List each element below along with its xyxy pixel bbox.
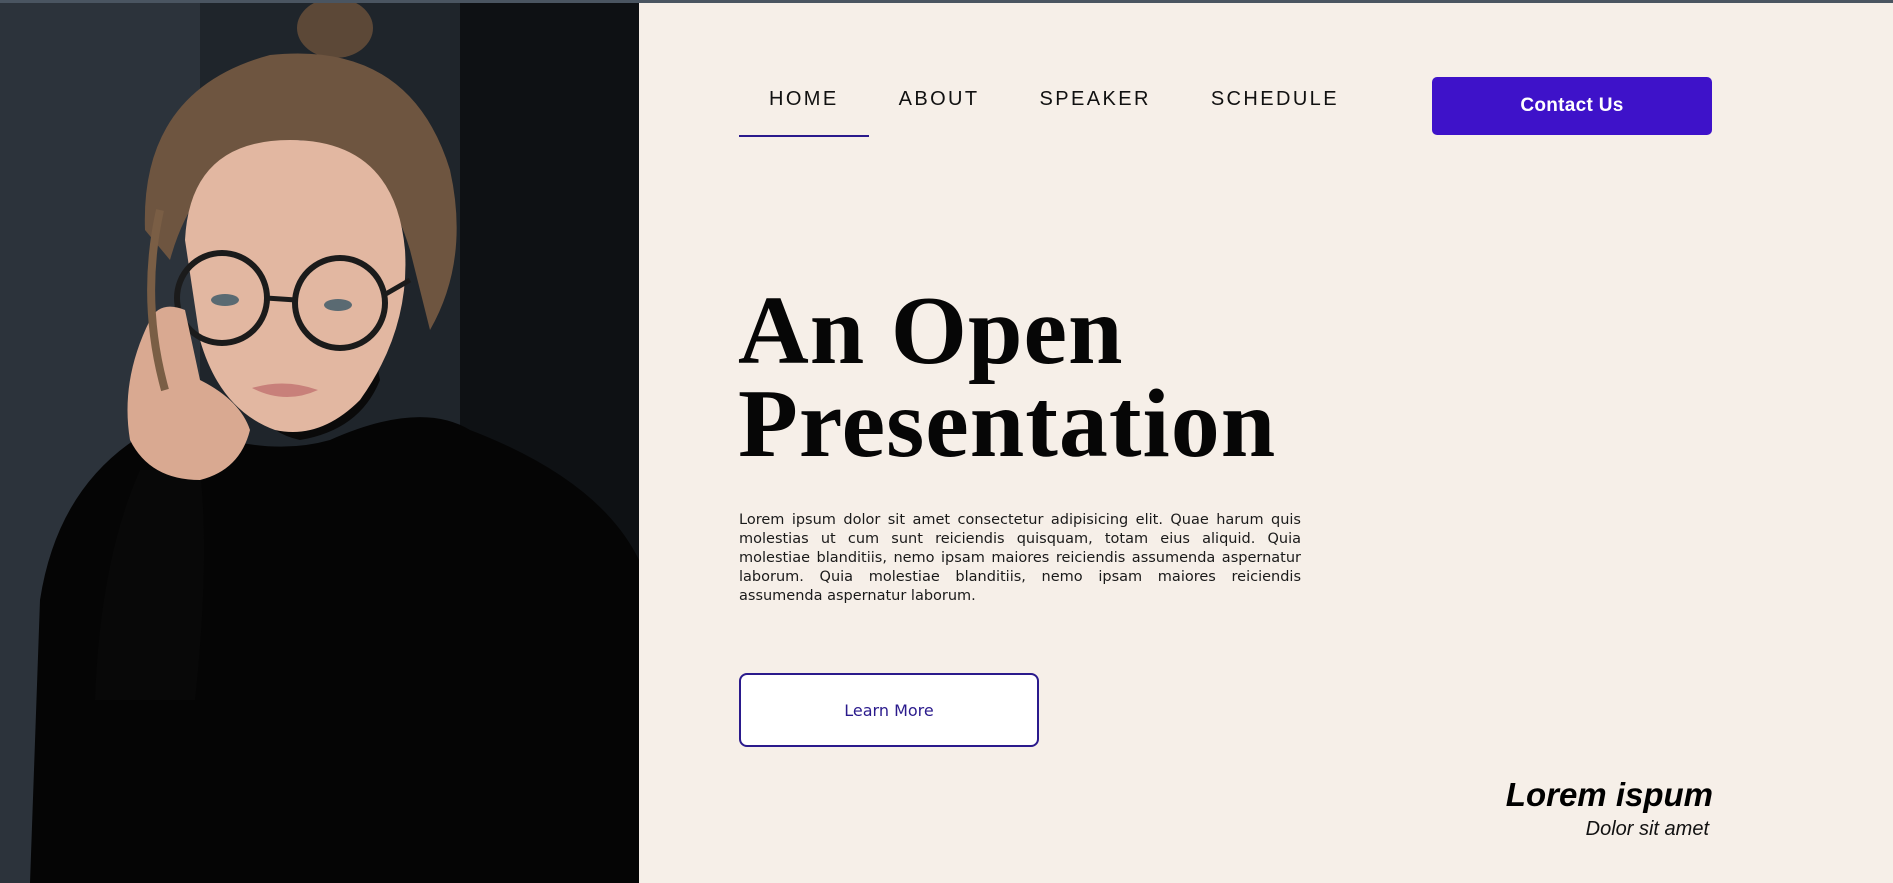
contact-us-button[interactable]: Contact Us — [1432, 77, 1712, 135]
caption-subtitle: Dolor sit amet — [1585, 818, 1709, 840]
hero-content: HOME ABOUT SPEAKER SCHEDULE Contact Us A… — [639, 0, 1893, 883]
top-strip — [0, 0, 1893, 3]
nav-item-about[interactable]: ABOUT — [869, 88, 1010, 137]
caption-title: Lorem ispum — [1505, 776, 1713, 813]
speaker-portrait-image — [0, 0, 639, 883]
title-line-1: An Open — [738, 277, 1124, 385]
speaker-caption: Lorem ispum Dolor sit amet — [1506, 776, 1713, 844]
nav-item-schedule[interactable]: SCHEDULE — [1181, 88, 1369, 137]
nav-item-speaker[interactable]: SPEAKER — [1010, 88, 1181, 137]
page-title: An Open Presentation — [738, 277, 1438, 478]
speaker-photo — [0, 0, 639, 883]
learn-more-button[interactable]: Learn More — [739, 673, 1039, 747]
main-nav: HOME ABOUT SPEAKER SCHEDULE — [739, 88, 1369, 137]
hero-description: Lorem ipsum dolor sit amet consectetur a… — [739, 512, 1301, 604]
nav-item-home[interactable]: HOME — [739, 88, 869, 137]
title-line-2: Presentation — [738, 370, 1277, 478]
